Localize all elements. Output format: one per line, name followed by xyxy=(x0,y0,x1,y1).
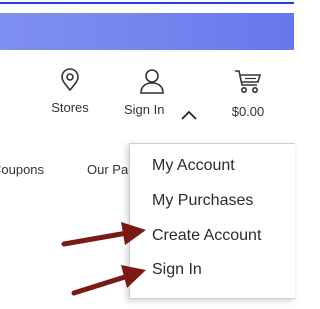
annotation-arrows xyxy=(61,222,146,296)
arrow-to-create-account xyxy=(61,222,146,247)
arrow-to-sign-in xyxy=(71,265,146,296)
